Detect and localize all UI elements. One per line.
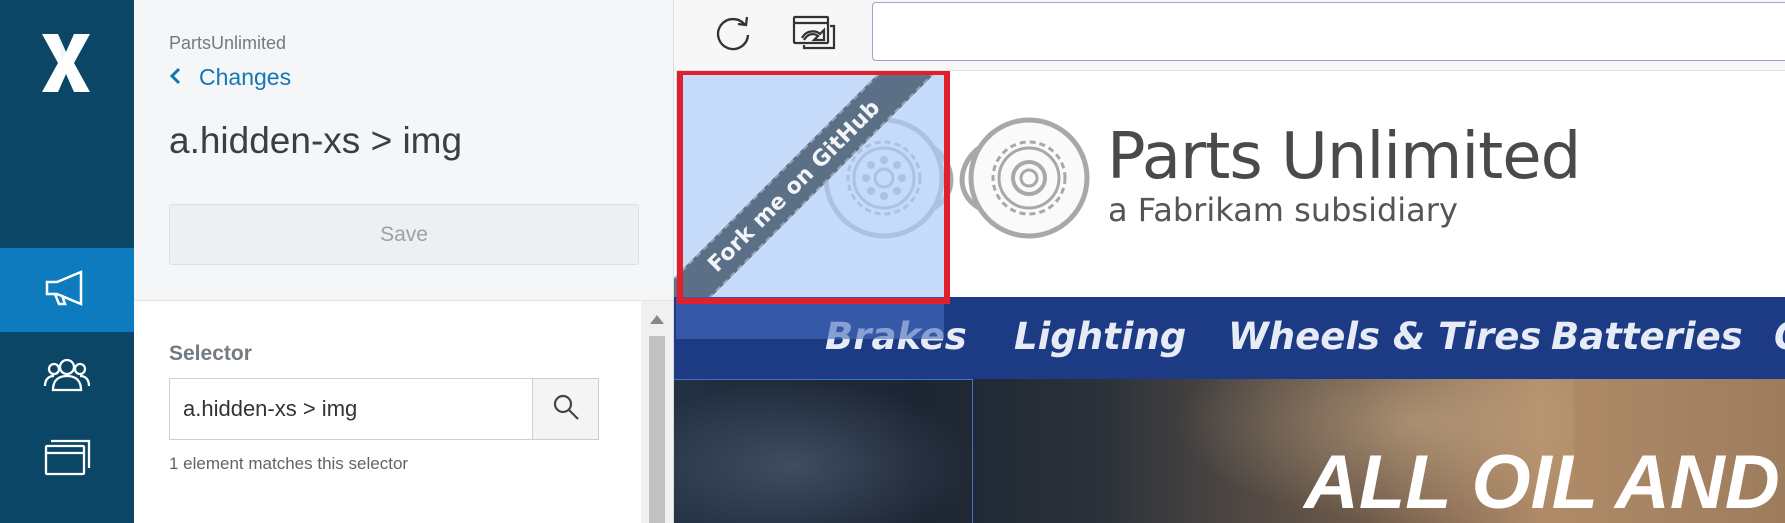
nav-item-truncated[interactable]: O — [1774, 315, 1785, 358]
browser-preview: Parts Unlimited a Fabrikam subsidiary Fo… — [674, 0, 1785, 523]
windows-icon — [43, 438, 91, 483]
element-guide-line — [674, 379, 973, 380]
selector-label: Selector — [169, 342, 252, 365]
selector-input[interactable] — [169, 378, 532, 440]
product-logo-icon[interactable] — [38, 30, 94, 96]
left-rail — [0, 0, 134, 523]
rail-item-experiments[interactable] — [0, 248, 134, 332]
hero-headline: ALL OIL AND L — [1304, 440, 1785, 523]
rail-item-audiences[interactable] — [0, 334, 134, 418]
rail-item-pages[interactable] — [0, 418, 134, 502]
preview-toolbar — [674, 0, 1785, 71]
selector-match-count: 1 element matches this selector — [169, 454, 409, 473]
panel-scrollbar[interactable] — [641, 301, 673, 523]
brand-subtitle: a Fabrikam subsidiary — [1108, 191, 1458, 229]
nav-item-batteries[interactable]: Batteries — [1551, 315, 1743, 358]
project-name: PartsUnlimited — [169, 33, 287, 53]
app-root: PartsUnlimited Changes a.hidden-xs > img… — [0, 0, 1785, 523]
users-icon — [43, 354, 91, 399]
website-preview: Parts Unlimited a Fabrikam subsidiary Fo… — [674, 71, 1785, 523]
back-link-label: Changes — [199, 64, 292, 90]
brand-name: Parts Unlimited — [1107, 120, 1581, 194]
url-input[interactable] — [872, 2, 1785, 61]
selected-element-nav-overlay — [676, 297, 944, 339]
multi-screen-icon[interactable] — [792, 14, 836, 55]
scroll-up-arrow-icon[interactable] — [650, 315, 664, 324]
hero-shade — [674, 379, 974, 523]
element-guide-line — [972, 379, 973, 523]
refresh-icon[interactable] — [712, 12, 754, 59]
scrollbar-thumb[interactable] — [649, 336, 665, 523]
element-title: a.hidden-xs > img — [169, 120, 463, 161]
hero-banner: ALL OIL AND L — [674, 379, 1785, 523]
save-button[interactable]: Save — [169, 204, 639, 265]
nav-item-wheels-tires[interactable]: Wheels & Tires — [1228, 315, 1541, 358]
search-icon — [552, 393, 580, 426]
editor-panel: PartsUnlimited Changes a.hidden-xs > img… — [134, 0, 674, 523]
selector-search-button[interactable] — [532, 378, 599, 440]
back-to-changes-link[interactable]: Changes — [169, 64, 291, 91]
chevron-left-icon — [169, 64, 181, 91]
megaphone-icon — [43, 268, 91, 313]
nav-item-lighting[interactable]: Lighting — [1014, 315, 1186, 358]
